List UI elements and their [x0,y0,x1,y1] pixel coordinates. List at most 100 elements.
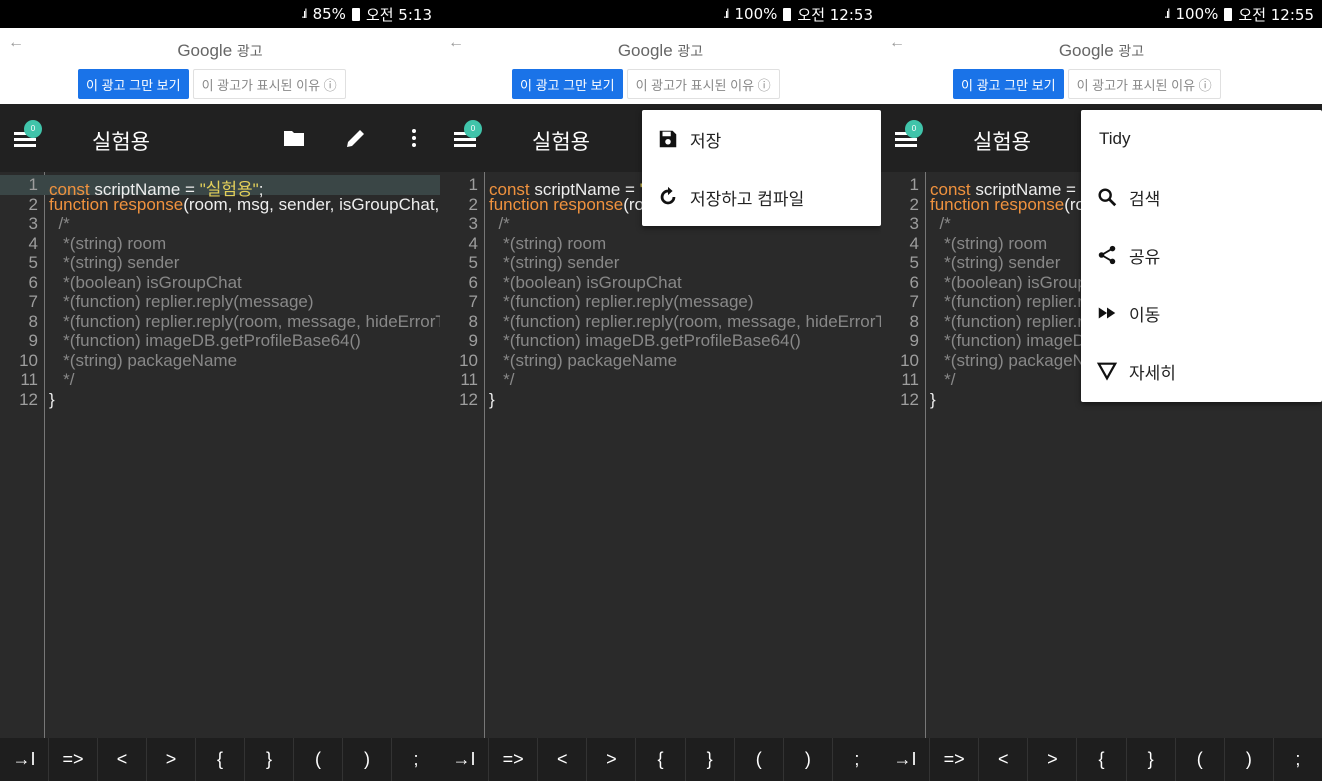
code-line[interactable]: 12} [440,390,881,410]
battery-level: 85% [312,5,346,23]
code-line[interactable]: 2 function response(room, msg, sender, is… [0,195,440,215]
code-line[interactable]: 11 */ [440,370,881,390]
why-ad-button[interactable]: 이 광고가 표시된 이유 ⓘ [626,69,780,99]
code-line[interactable]: 1const scriptName = "실험용"; [0,175,440,199]
screen-2: .ıl 100% 오전 12:53 ← Google 광고 이 광고 그만 보기 이 광고가… [440,0,881,781]
drawer-menu-icon[interactable]: 0 [895,120,923,152]
symbol-key[interactable]: ) [1225,738,1274,781]
status-bar: .ıl 100% 오전 12:55 [881,0,1322,28]
code-editor[interactable]: 1const scriptName = "실험용";2function resp… [0,172,440,738]
menu-item[interactable]: 저장하고 컴파일 [642,168,881,226]
symbol-key[interactable]: } [1127,738,1176,781]
code-line[interactable]: 9 *(function) imageDB.getProfileBase64() [0,331,440,351]
app-toolbar: 0 실험용 [0,104,440,172]
symbol-key[interactable]: => [489,738,539,781]
symbol-key[interactable]: { [196,738,245,781]
code-editor[interactable]: 1const scriptName = "실험용";2function resp… [440,172,881,738]
code-line[interactable]: 6 *(boolean) isGroupChat [440,273,881,293]
code-line[interactable]: 5 *(string) sender [0,253,440,273]
symbol-key[interactable]: →I [881,738,931,781]
symbol-key[interactable]: →I [0,738,49,781]
stop-ad-button[interactable]: 이 광고 그만 보기 [953,69,1064,99]
stop-ad-button[interactable]: 이 광고 그만 보기 [512,69,623,99]
line-code: *(boolean) isGroupChat [489,273,682,293]
code-line[interactable]: 8 *(function) replier.reply(room, messag… [0,312,440,332]
code-line[interactable]: 4 *(string) room [440,234,881,254]
why-ad-button[interactable]: 이 광고가 표시된 이유 ⓘ [1067,69,1221,99]
symbol-key[interactable]: < [98,738,147,781]
symbol-key[interactable]: => [930,738,980,781]
code-line[interactable]: 10 *(string) packageName [0,351,440,371]
folder-icon[interactable] [282,126,306,150]
symbol-key[interactable]: { [1077,738,1127,781]
symbol-key[interactable]: ) [343,738,392,781]
symbol-key[interactable]: > [147,738,196,781]
line-number: 4 [28,233,38,253]
drawer-menu-icon[interactable]: 0 [14,120,42,152]
code-line[interactable]: 5 *(string) sender [440,253,881,273]
pencil-icon[interactable] [344,126,368,150]
code-line[interactable]: 12} [0,390,440,410]
symbol-key[interactable]: ; [833,738,881,781]
menu-item[interactable]: 검색 [1081,168,1322,226]
symbol-key[interactable]: < [979,738,1029,781]
symbol-key[interactable]: ( [735,738,784,781]
symbol-key[interactable]: →I [440,738,490,781]
clock: 오전 12:55 [1238,5,1314,24]
line-number: 7 [28,292,38,311]
symbol-key[interactable]: ; [1274,738,1322,781]
code-token: } [489,389,495,409]
code-line[interactable]: 7 *(function) replier.reply(message) [0,292,440,312]
search-icon [1095,185,1119,209]
code-token: *(function) replier.reply(message) [489,292,754,311]
code-token: *(string) packageName [489,350,678,370]
symbol-key[interactable]: ( [1176,738,1225,781]
symbol-keybar: →I => < >{}(); [440,738,881,781]
code-token: /* [49,214,70,233]
menu-item-label: 공유 [1129,247,1161,267]
code-line[interactable]: 7 *(function) replier.reply(message) [440,292,881,312]
drawer-menu-icon[interactable]: 0 [454,120,482,152]
code-line[interactable]: 6 *(boolean) isGroupChat [0,273,440,293]
code-token: *(boolean) isGroupChat [49,272,242,292]
symbol-key[interactable]: > [1028,738,1078,781]
symbol-key[interactable]: => [49,738,98,781]
ad-label: 광고 [1118,43,1145,59]
more-vert-icon[interactable] [402,126,426,150]
menu-item[interactable]: 저장 [642,110,881,168]
clock: 오전 12:53 [797,5,873,24]
menu-item[interactable]: 이동 [1081,284,1322,342]
code-token: */ [930,370,956,389]
ad-buttons: 이 광고 그만 보기 이 광고가 표시된 이유 ⓘ [78,69,346,99]
code-line[interactable]: 9 *(function) imageDB.getProfileBase64() [440,331,881,351]
code-token: response [113,194,184,214]
code-line[interactable]: 10 *(string) packageName [440,351,881,371]
symbol-key[interactable]: ) [784,738,833,781]
symbol-keybar: →I => < >{}(); [881,738,1322,781]
symbol-key[interactable]: } [686,738,735,781]
symbol-key[interactable]: ; [392,738,440,781]
line-code: *(function) imageDB.getProfileBase64() [489,331,801,351]
code-line[interactable]: 8 *(function) replier.reply(room, messag… [440,312,881,332]
symbol-key[interactable]: > [587,738,637,781]
symbol-key[interactable]: < [538,738,588,781]
code-line[interactable]: 3 /* [0,214,440,234]
line-number: 3 [468,214,478,233]
symbol-key[interactable]: } [245,738,294,781]
why-ad-button[interactable]: 이 광고가 표시된 이유 ⓘ [192,69,346,99]
code-line[interactable]: 11 */ [0,370,440,390]
menu-item-label: 저장 [690,131,722,151]
menu-item[interactable]: 자세히 [1081,342,1322,400]
line-code: *(string) room [930,234,1047,254]
symbol-key[interactable]: ( [294,738,343,781]
share-icon [1095,243,1119,267]
line-code: *(string) packageName [49,351,237,371]
code-line[interactable]: 4 *(string) room [0,234,440,254]
line-number: 9 [28,331,38,350]
line-number: 5 [909,253,919,272]
symbol-key[interactable]: { [636,738,686,781]
stop-ad-button[interactable]: 이 광고 그만 보기 [78,69,189,99]
menu-item[interactable]: 공유 [1081,226,1322,284]
menu-item[interactable]: Tidy [1081,110,1322,168]
symbol-keybar: →I => < >{}(); [0,738,440,781]
